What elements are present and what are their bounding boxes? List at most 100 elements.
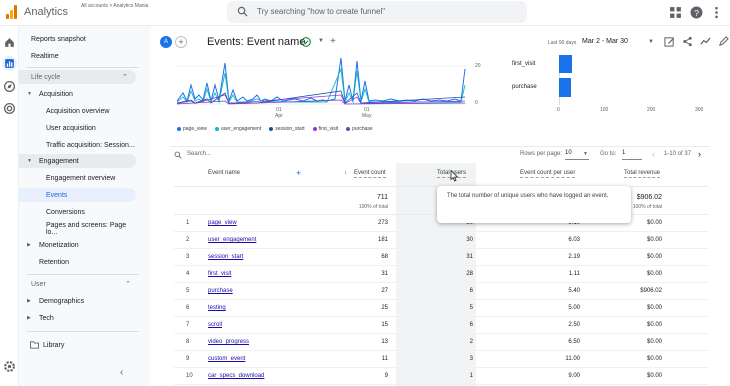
total-revenue-cell: $0.00: [646, 271, 662, 277]
event-name-link[interactable]: custom_event: [208, 356, 245, 362]
nav-library[interactable]: Library: [19, 338, 139, 352]
event-name-link[interactable]: page_view: [208, 220, 237, 226]
event-name-link[interactable]: scroll: [208, 322, 222, 328]
nav-realtime[interactable]: Realtime: [19, 49, 139, 63]
table-row[interactable]: 7 scroll 15 6 2.50 $0.00: [174, 317, 708, 334]
legend-item[interactable]: purchase: [346, 126, 373, 132]
avatar[interactable]: A: [160, 36, 172, 48]
nav-engagement-overview[interactable]: Engagement overview: [19, 171, 139, 185]
table-row[interactable]: 8 video_progress 13 2 6.50 $0.00: [174, 334, 708, 351]
more-vert-icon[interactable]: [710, 6, 723, 19]
rows-per-page-select[interactable]: 10 ▼: [565, 150, 589, 160]
sort-arrow-icon[interactable]: ↓: [344, 170, 347, 176]
column-header-event-count[interactable]: Event count: [354, 170, 386, 178]
total-revenue-cell: $0.00: [646, 220, 662, 226]
next-page-icon[interactable]: ›: [698, 149, 701, 159]
event-name-link[interactable]: first_visit: [208, 271, 231, 277]
table-row[interactable]: 5 purchase 27 6 5.40 $906.02: [174, 283, 708, 300]
nav-user-acquisition[interactable]: User acquisition: [19, 121, 139, 135]
nav-tech[interactable]: ▶ Tech: [19, 311, 139, 325]
column-header-total-revenue[interactable]: Total revenue: [624, 170, 661, 178]
apps-grid-icon[interactable]: [669, 6, 682, 19]
series-user-engagement-line: [177, 67, 466, 104]
nav-events[interactable]: Events: [19, 188, 136, 202]
dropdown-arrow-icon: ▼: [583, 151, 588, 157]
nav-engagement[interactable]: ▼ Engagement: [19, 154, 136, 168]
nav-demographics[interactable]: ▶ Demographics: [19, 294, 139, 308]
event-name-link[interactable]: session_start: [208, 254, 243, 260]
legend-item[interactable]: page_view: [177, 126, 207, 132]
total-revenue-cell: $0.00: [646, 322, 662, 328]
event-name-link[interactable]: user_engagement: [208, 237, 256, 243]
event-count-per-user-cell: 2.50: [568, 322, 580, 328]
table-row[interactable]: 2 user_engagement 181 30 6.03 $0.00: [174, 232, 708, 249]
nav-acquisition[interactable]: ▼ Acquisition: [19, 87, 139, 101]
legend-item[interactable]: first_visit: [312, 126, 338, 132]
legend-item[interactable]: session_start: [269, 126, 305, 132]
title-dropdown-icon[interactable]: ▼: [318, 38, 324, 44]
search-icon: [237, 6, 248, 17]
nav-conversions[interactable]: Conversions: [19, 205, 139, 219]
edit-pencil-icon[interactable]: [718, 36, 729, 47]
total-revenue-cell: $0.00: [646, 373, 662, 379]
event-count-cell: 11: [381, 356, 388, 362]
bar-label: purchase: [512, 84, 537, 90]
help-icon[interactable]: ?: [690, 6, 703, 19]
add-icon[interactable]: +: [330, 36, 336, 47]
settings-gear-icon[interactable]: [3, 360, 16, 373]
table-row[interactable]: 10 car_specs_download 9 1 9.00 $0.00: [174, 368, 708, 385]
nav-reports-snapshot[interactable]: Reports snapshot: [19, 32, 139, 46]
event-count-per-user-cell: 5.00: [568, 305, 580, 311]
chevron-up-icon: ⌃: [125, 281, 131, 288]
total-users-cell: 5: [469, 305, 473, 311]
legend-item[interactable]: user_engagement: [214, 126, 261, 132]
goto-page-input[interactable]: 1: [622, 150, 642, 160]
nav-retention[interactable]: Retention: [19, 255, 139, 269]
caret-right-icon: ▶: [27, 315, 31, 321]
nav-section-life-cycle[interactable]: Life cycle ⌃: [19, 70, 136, 84]
nav-pages-and-screens[interactable]: Pages and screens: Page lo...: [19, 222, 139, 236]
folder-icon: [30, 341, 39, 349]
edit-report-icon[interactable]: [664, 36, 675, 47]
reports-icon[interactable]: [3, 57, 16, 70]
analytics-logo[interactable]: [6, 5, 17, 19]
table-search-input[interactable]: Search...: [187, 151, 211, 157]
table-row[interactable]: 3 session_start 68 31 2.19 $0.00: [174, 249, 708, 266]
event-name-link[interactable]: car_specs_download: [208, 373, 264, 379]
x-axis-tick: 01 May: [362, 107, 372, 119]
search-bar[interactable]: Try searching "how to create funnel": [227, 1, 527, 23]
advertising-icon[interactable]: [3, 102, 16, 115]
nav-acquisition-overview[interactable]: Acquisition overview: [19, 104, 139, 118]
home-icon[interactable]: [3, 36, 16, 49]
column-header-event-count-per-user[interactable]: Event count per user: [520, 170, 576, 178]
account-breadcrumb[interactable]: All accounts > Analytics Mania: [81, 3, 148, 9]
date-range-picker[interactable]: Mar 2 - Mar 30: [582, 38, 628, 45]
add-comparison-button[interactable]: +: [175, 36, 187, 48]
insights-icon[interactable]: [700, 36, 711, 47]
event-name-link[interactable]: testing: [208, 305, 226, 311]
goto-label: Go to:: [600, 151, 617, 157]
nav-section-user[interactable]: User ⌃: [19, 277, 139, 291]
event-count-cell: 15: [381, 322, 388, 328]
table-row[interactable]: 6 testing 25 5 5.00 $0.00: [174, 300, 708, 317]
add-dimension-icon[interactable]: +: [296, 168, 301, 178]
bar-first-visit[interactable]: [559, 55, 572, 73]
nav-monetization[interactable]: ▶ Monetization: [19, 238, 139, 252]
total-revenue-cell: $0.00: [646, 305, 662, 311]
table-row[interactable]: 9 custom_event 11 3 11.00 $0.00: [174, 351, 708, 368]
event-name-link[interactable]: purchase: [208, 288, 233, 294]
event-name-link[interactable]: video_progress: [208, 339, 249, 345]
share-icon[interactable]: [682, 36, 693, 47]
collapse-nav-chevron-icon[interactable]: ‹: [120, 367, 123, 378]
table-row[interactable]: 4 first_visit 31 28 1.11 $0.00: [174, 266, 708, 283]
chart-legend: page_view user_engagement session_start …: [177, 126, 373, 132]
nav-traffic-acquisition[interactable]: Traffic acquisition: Session...: [19, 138, 139, 152]
bar-purchase[interactable]: [559, 78, 571, 97]
date-dropdown-icon[interactable]: ▼: [648, 39, 654, 45]
event-count-cell: 25: [381, 305, 388, 311]
row-index: 1: [186, 220, 190, 226]
explore-icon[interactable]: [3, 80, 16, 93]
previous-page-icon[interactable]: ‹: [652, 149, 655, 159]
column-header-event-name[interactable]: Event name: [208, 170, 240, 176]
bar-label: first_visit: [512, 61, 536, 67]
